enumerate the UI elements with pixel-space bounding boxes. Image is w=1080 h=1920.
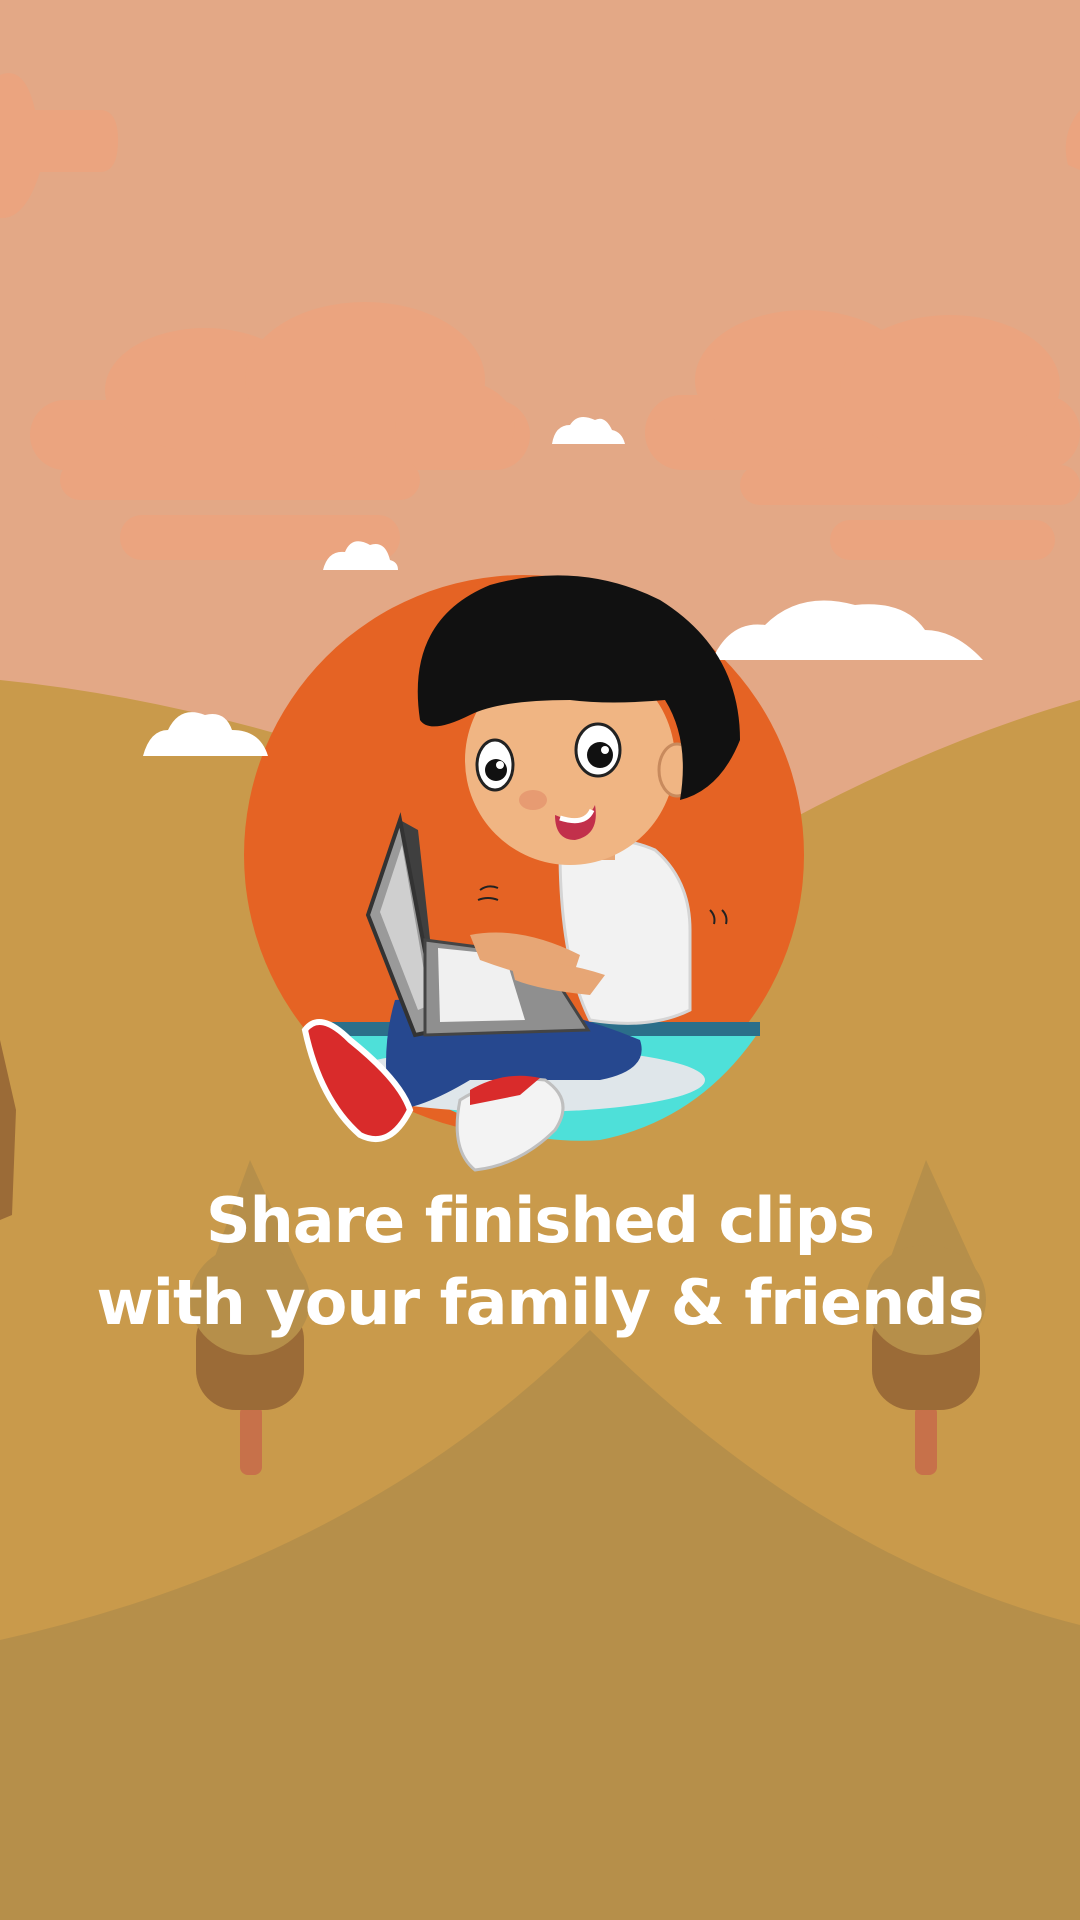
headline-line-2: with your family & friends	[96, 1266, 984, 1339]
onboarding-illustration	[0, 0, 1080, 1920]
headline-line-1: Share finished clips	[205, 1184, 875, 1257]
onboarding-screen: Share finished clips with your family & …	[0, 0, 1080, 1920]
onboarding-headline: Share finished clips with your family & …	[0, 1180, 1080, 1344]
